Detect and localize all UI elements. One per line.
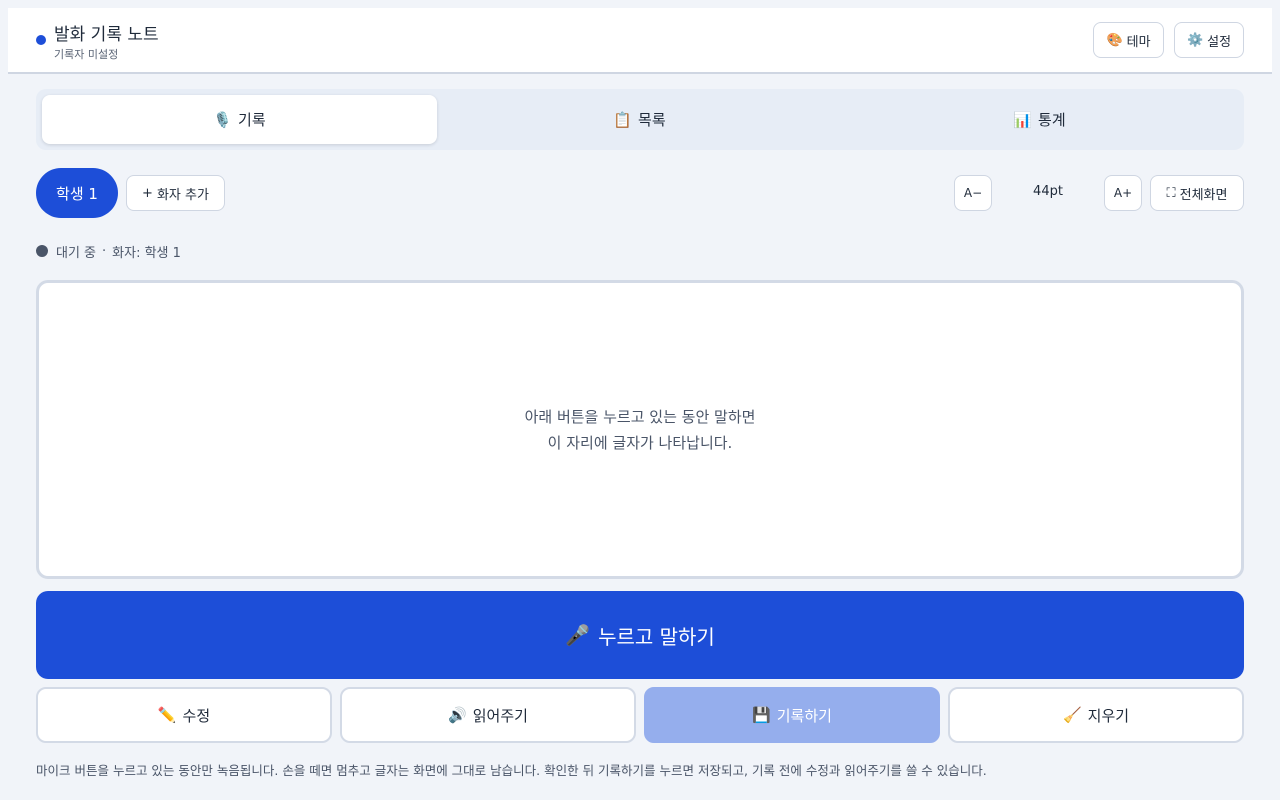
tab-list[interactable]: 📋 목록 [442, 95, 837, 144]
fullscreen-button[interactable]: ⛶ 전체화면 [1150, 175, 1244, 211]
microphone-icon: 🎙️ [213, 110, 233, 129]
status-state: 대기 중 [56, 245, 97, 261]
clipboard-icon: 📋 [613, 110, 633, 129]
speaker-icon: 🔊 [448, 706, 467, 724]
floppy-disk-icon: 💾 [752, 706, 771, 724]
status-dot [36, 35, 46, 45]
read-aloud-button[interactable]: 🔊 읽어주기 [340, 687, 636, 743]
edit-label: 수정 [182, 706, 211, 725]
clear-label: 지우기 [1087, 706, 1130, 725]
pencil-icon: ✏️ [157, 706, 177, 724]
placeholder-line-2: 이 자리에 글자가 나타납니다. [547, 433, 733, 452]
bar-chart-icon: 📊 [1013, 110, 1033, 129]
recording-status: 대기 중 · 화자: 학생 1 [36, 242, 181, 261]
recorder-subtitle: 기록자 미설정 [54, 48, 119, 61]
read-aloud-label: 읽어주기 [472, 706, 528, 725]
add-speaker-label: 화자 추가 [156, 187, 209, 203]
edit-button[interactable]: ✏️ 수정 [36, 687, 332, 743]
placeholder-line-1: 아래 버튼을 누르고 있는 동안 말하면 [524, 407, 756, 426]
save-record-button[interactable]: 💾 기록하기 [644, 687, 940, 743]
app-title: 발화 기록 노트 [54, 25, 159, 45]
gear-icon: ⚙️ [1186, 32, 1204, 48]
broom-icon: 🧹 [1062, 706, 1082, 724]
help-text: 마이크 버튼을 누르고 있는 동안만 녹음됩니다. 손을 떼면 멈추고 글자는 … [36, 763, 987, 778]
font-increase-button[interactable]: A+ [1104, 175, 1142, 211]
tab-stats[interactable]: 📊 통계 [842, 95, 1237, 144]
tab-stats-label: 통계 [1038, 111, 1066, 129]
add-speaker-button[interactable]: + 화자 추가 [126, 175, 225, 211]
status-indicator-icon [36, 245, 48, 257]
theme-label: 테마 [1126, 34, 1151, 50]
transcript-display: 아래 버튼을 누르고 있는 동안 말하면 이 자리에 글자가 나타납니다. [36, 280, 1244, 579]
font-decrease-button[interactable]: A− [954, 175, 992, 211]
tab-bar: 🎙️ 기록 📋 목록 📊 통계 [36, 89, 1244, 150]
status-speaker: 화자: 학생 1 [112, 245, 181, 261]
clear-button[interactable]: 🧹 지우기 [948, 687, 1244, 743]
push-to-talk-label: 누르고 말하기 [598, 624, 715, 649]
settings-button[interactable]: ⚙️ 설정 [1174, 22, 1244, 58]
theme-button[interactable]: 🎨 테마 [1093, 22, 1164, 58]
app-header: 발화 기록 노트 기록자 미설정 🎨 테마 ⚙️ 설정 [8, 8, 1272, 74]
speaker-chip-student-1[interactable]: 학생 1 [36, 168, 118, 218]
plus-icon: + [142, 185, 153, 201]
tab-record[interactable]: 🎙️ 기록 [42, 95, 437, 144]
palette-icon: 🎨 [1106, 32, 1123, 48]
microphone-icon: 🎤 [565, 623, 591, 647]
settings-label: 설정 [1207, 34, 1232, 50]
fullscreen-label: 전체화면 [1179, 187, 1228, 203]
tab-record-label: 기록 [238, 111, 266, 129]
font-size-value: 44pt [1033, 184, 1063, 199]
status-separator: · [102, 243, 107, 259]
tab-list-label: 목록 [638, 111, 666, 129]
save-record-label: 기록하기 [776, 706, 832, 725]
push-to-talk-button[interactable]: 🎤 누르고 말하기 [36, 591, 1244, 679]
fullscreen-icon: ⛶ [1166, 185, 1176, 201]
